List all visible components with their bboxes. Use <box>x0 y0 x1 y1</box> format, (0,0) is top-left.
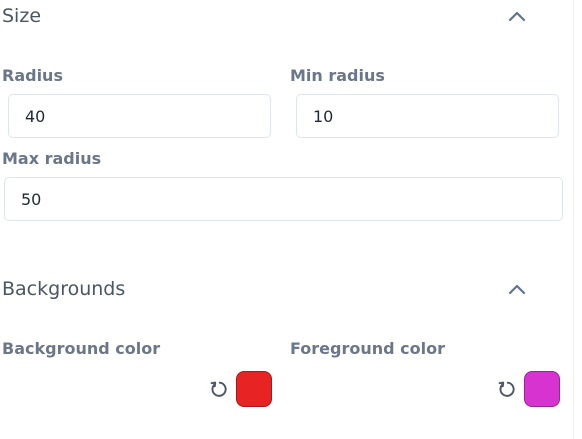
settings-panel: Size Radius Min radius Max radius Backgr… <box>0 0 582 439</box>
chevron-up-icon[interactable] <box>507 280 527 300</box>
reset-icon[interactable] <box>207 378 229 400</box>
foreground-color-label: Foreground color <box>290 339 445 358</box>
min-radius-input[interactable] <box>296 94 559 138</box>
max-radius-label: Max radius <box>2 149 102 168</box>
radius-label: Radius <box>2 66 63 85</box>
backgrounds-section-title: Backgrounds <box>2 278 126 300</box>
reset-icon[interactable] <box>495 378 517 400</box>
size-section-title: Size <box>2 5 42 27</box>
foreground-color-swatch[interactable] <box>524 371 560 407</box>
scrollbar-track[interactable] <box>573 0 582 439</box>
background-color-label: Background color <box>2 339 161 358</box>
min-radius-label: Min radius <box>290 66 385 85</box>
max-radius-input[interactable] <box>4 177 563 221</box>
chevron-up-icon[interactable] <box>507 7 527 27</box>
radius-input[interactable] <box>8 94 271 138</box>
background-color-swatch[interactable] <box>236 371 272 407</box>
